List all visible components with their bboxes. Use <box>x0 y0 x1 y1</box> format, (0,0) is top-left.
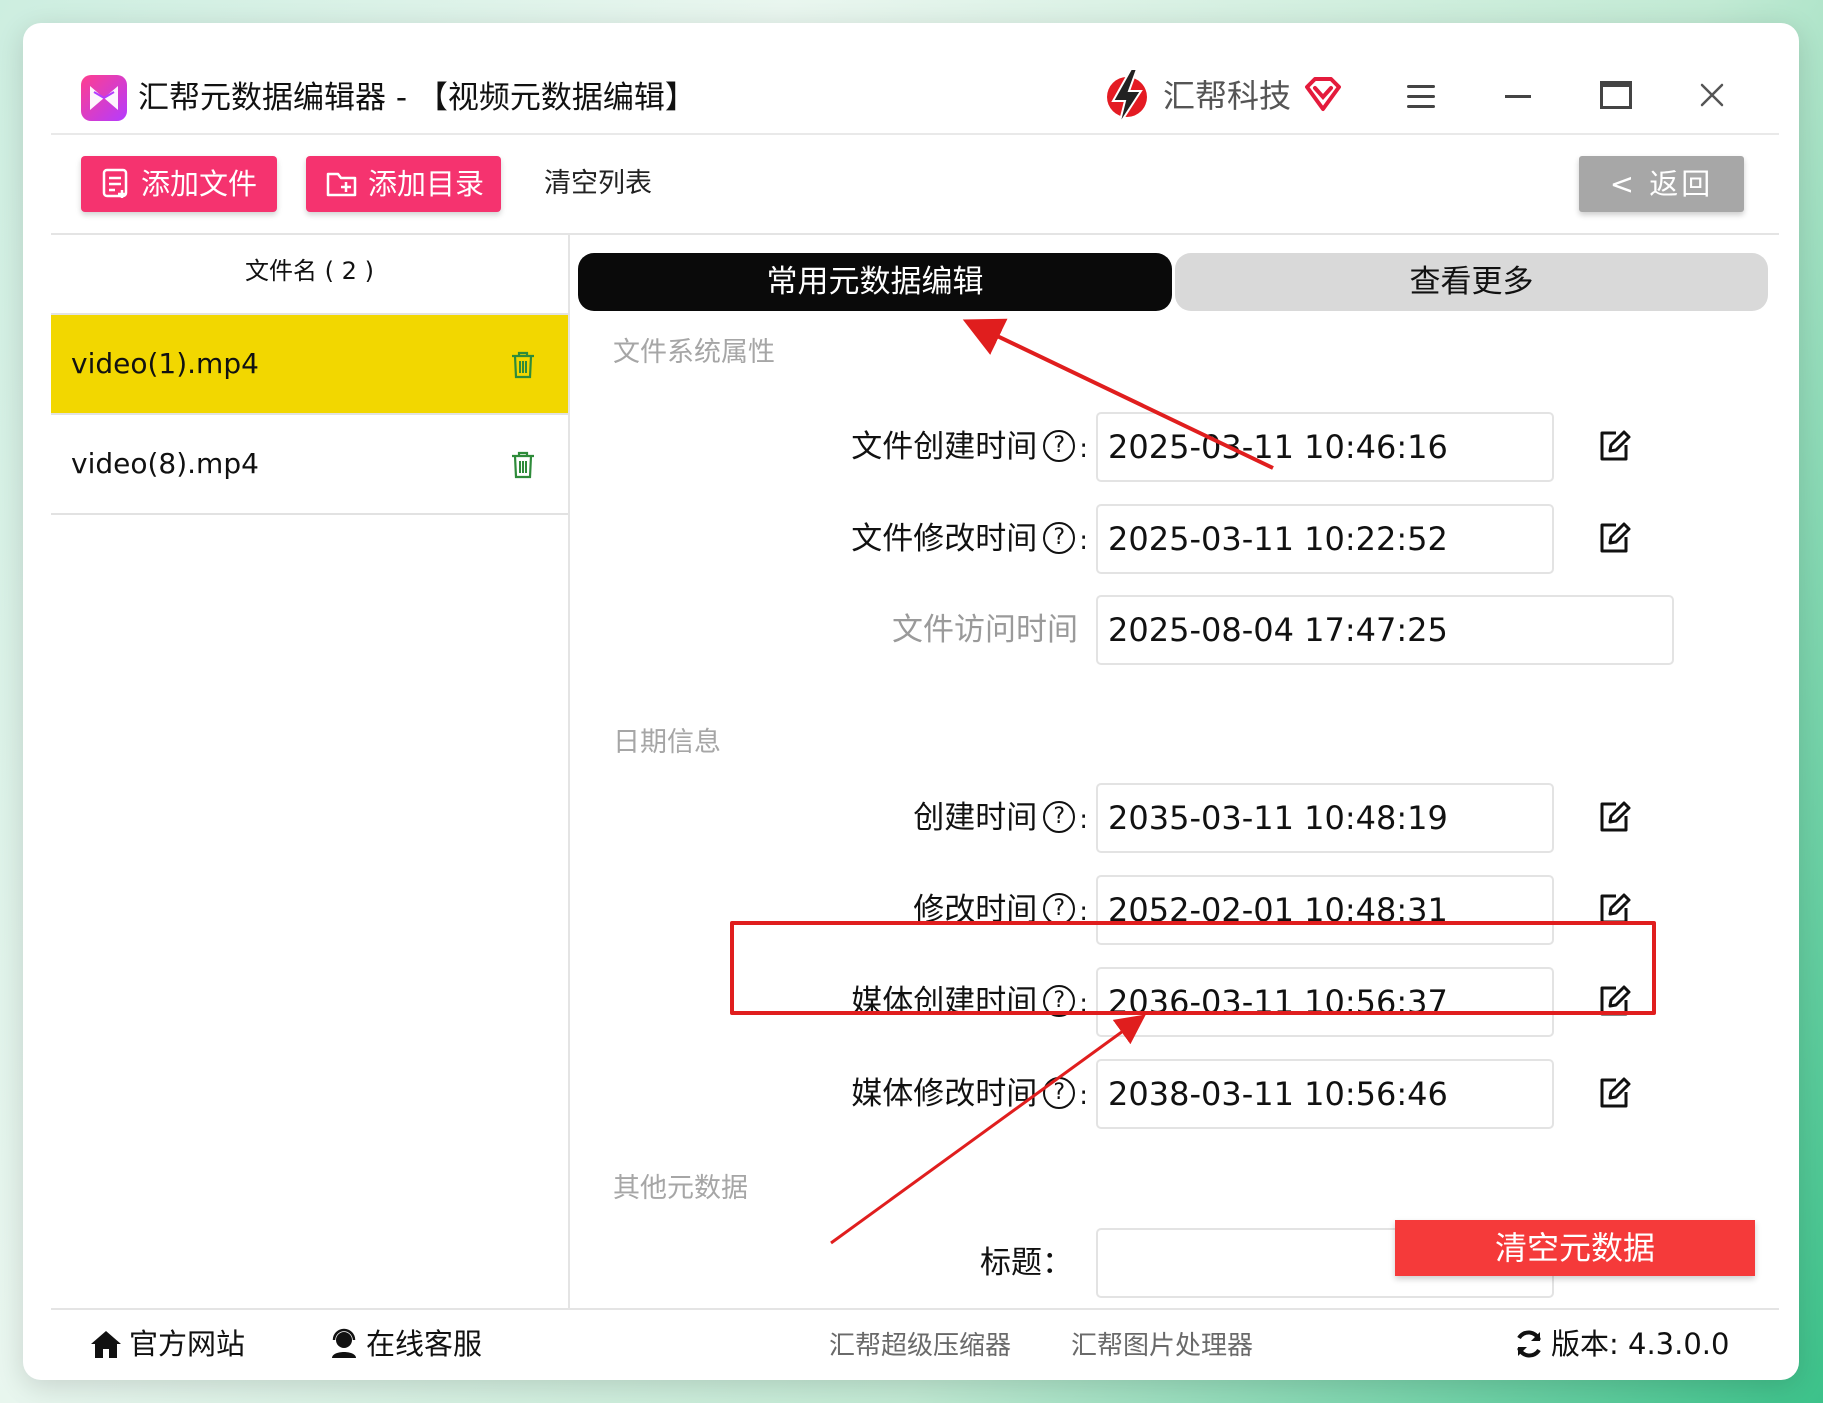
edit-icon[interactable] <box>1596 1076 1632 1112</box>
window-title: 汇帮元数据编辑器 - 【视频元数据编辑】 <box>138 80 696 116</box>
add-directory-button[interactable]: 添加目录 <box>306 156 501 212</box>
brand-name: 汇帮科技 <box>1163 77 1292 115</box>
official-website-link[interactable]: 官方网站 <box>89 1319 245 1369</box>
edit-icon[interactable] <box>1596 521 1632 557</box>
created-label: 创建时间?: <box>913 800 1088 836</box>
help-icon[interactable]: ? <box>1043 892 1076 925</box>
support-agent-icon <box>332 1328 356 1358</box>
refresh-icon[interactable] <box>1513 1328 1545 1360</box>
minimize-icon[interactable] <box>1505 95 1531 98</box>
menu-icon[interactable] <box>1407 85 1435 109</box>
add-folder-icon <box>326 172 357 197</box>
footer-divider <box>51 1308 1779 1310</box>
file-list-panel: 文件名 ( 2 ) video(1).mp4 video(8).mp4 <box>51 235 570 1310</box>
add-file-button[interactable]: 添加文件 <box>81 156 277 212</box>
trash-icon[interactable] <box>510 450 536 480</box>
edit-icon[interactable] <box>1596 429 1632 465</box>
title-divider <box>51 133 1779 135</box>
file-accessed-field: 2025-08-04 17:47:25 <box>1096 595 1674 665</box>
file-created-label: 文件创建时间?: <box>851 429 1088 465</box>
add-directory-label: 添加目录 <box>368 167 485 201</box>
file-row[interactable]: video(8).mp4 <box>51 415 568 515</box>
version-label: 版本: 4.3.0.0 <box>1551 1327 1730 1361</box>
tab-common-metadata[interactable]: 常用元数据编辑 <box>578 253 1172 311</box>
created-field[interactable]: 2035-03-11 10:48:19 <box>1096 783 1554 853</box>
version-info: 版本: 4.3.0.0 <box>1513 1319 1729 1369</box>
highlight-box <box>730 921 1656 1015</box>
help-icon[interactable]: ? <box>1043 1076 1076 1109</box>
media-modified-field[interactable]: 2038-03-11 10:56:46 <box>1096 1059 1554 1129</box>
home-icon <box>91 1331 121 1358</box>
edit-icon[interactable] <box>1596 800 1632 836</box>
maximize-icon[interactable] <box>1600 81 1632 109</box>
tab-view-more[interactable]: 查看更多 <box>1175 253 1768 311</box>
clear-metadata-button[interactable]: 清空元数据 <box>1395 1220 1755 1276</box>
help-icon[interactable]: ? <box>1043 521 1076 554</box>
file-list-header: 文件名 ( 2 ) <box>51 235 568 315</box>
section-other-title: 其他元数据 <box>613 1173 748 1204</box>
close-icon[interactable] <box>1695 78 1729 112</box>
file-name: video(8).mp4 <box>71 447 259 480</box>
trash-icon[interactable] <box>510 350 536 380</box>
file-row[interactable]: video(1).mp4 <box>51 315 568 415</box>
arrow-to-media-field <box>830 1014 1146 1245</box>
help-icon[interactable]: ? <box>1043 800 1076 833</box>
section-filesystem-title: 文件系统属性 <box>613 337 775 368</box>
online-support-link[interactable]: 在线客服 <box>328 1319 482 1369</box>
back-button[interactable]: < 返回 <box>1579 156 1744 212</box>
file-name: video(1).mp4 <box>71 347 259 380</box>
clear-list-button[interactable]: 清空列表 <box>544 161 652 207</box>
app-window: 汇帮元数据编辑器 - 【视频元数据编辑】 汇帮科技 添加文件 添加目录 清空列表… <box>23 23 1799 1380</box>
image-processor-link[interactable]: 汇帮图片处理器 <box>1071 1321 1253 1371</box>
file-accessed-label: 文件访问时间 <box>892 612 1078 648</box>
brand-logo-icon <box>1101 65 1153 127</box>
app-logo-icon <box>81 75 127 121</box>
section-date-title: 日期信息 <box>613 727 721 758</box>
add-file-icon <box>102 168 128 198</box>
file-modified-label: 文件修改时间?: <box>851 521 1088 557</box>
add-file-label: 添加文件 <box>141 167 258 201</box>
vip-diamond-icon[interactable] <box>1303 75 1343 115</box>
file-created-field[interactable]: 2025-03-11 10:46:16 <box>1096 412 1554 482</box>
compressor-link[interactable]: 汇帮超级压缩器 <box>829 1321 1011 1371</box>
title-label: 标题： <box>980 1245 1073 1281</box>
online-support-label: 在线客服 <box>366 1327 483 1361</box>
official-website-label: 官方网站 <box>129 1327 246 1361</box>
help-icon[interactable]: ? <box>1043 429 1076 462</box>
file-modified-field[interactable]: 2025-03-11 10:22:52 <box>1096 504 1554 574</box>
media-modified-label: 媒体修改时间?: <box>851 1076 1088 1112</box>
